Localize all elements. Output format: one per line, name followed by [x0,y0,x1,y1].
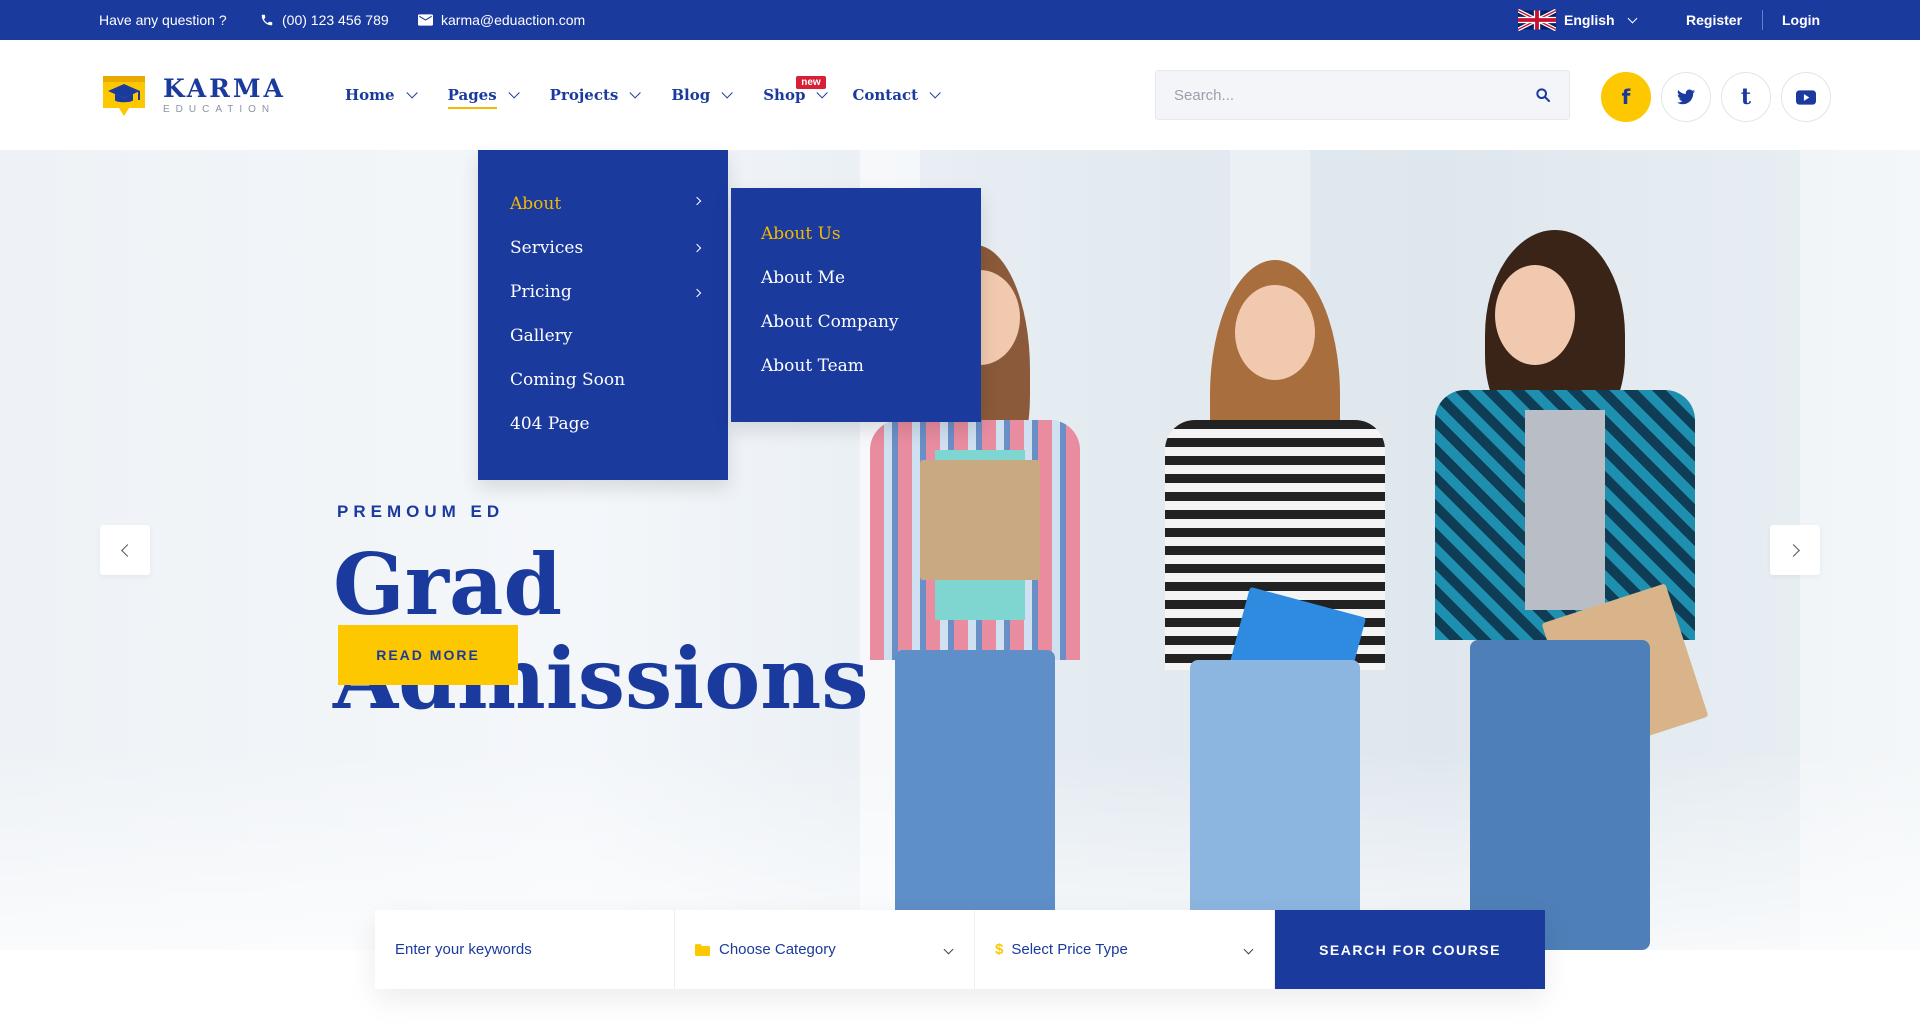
nav-item-pages[interactable]: Pages [447,75,520,115]
facebook-icon: f [1621,85,1631,109]
menu-item-about-company[interactable]: About Company [761,312,899,332]
menu-item-label: Coming Soon [510,370,626,390]
menu-item-services[interactable]: Services [510,238,583,258]
menu-item-label: About Us [761,224,841,244]
price-type-value: Select Price Type [1011,941,1128,958]
price-type-select[interactable]: $ Select Price Type [975,910,1275,989]
chevron-down-icon [721,87,733,99]
question-label: Have any question ? [99,12,227,28]
menu-item-about[interactable]: About [510,194,561,214]
chevron-down-icon [816,87,829,99]
nav-item-blog[interactable]: Blog [671,75,733,115]
chevron-down-icon [1243,944,1254,955]
search-icon[interactable] [1535,87,1551,103]
login-label: Login [1782,12,1821,28]
tumblr-button[interactable]: t [1721,72,1771,122]
chevron-left-icon [120,543,134,557]
phone-contact[interactable]: (00) 123 456 789 [260,0,389,40]
chevron-down-icon [629,87,642,99]
logo-name: KARMA [163,73,286,103]
language-label: English [1564,12,1615,28]
about-submenu: About Us About Me About Company About Te… [731,188,981,422]
chevron-down-icon [943,944,954,955]
nav-label: Projects [549,86,619,104]
menu-item-label: About Company [761,312,899,332]
tumblr-icon: t [1740,84,1752,110]
chevron-right-icon [1786,543,1800,557]
menu-item-label: Gallery [510,326,573,346]
chevron-right-icon [692,196,702,206]
course-search-bar: Choose Category $ Select Price Type SEAR… [375,910,1545,989]
youtube-button[interactable] [1781,72,1831,122]
chevron-right-icon [692,243,702,253]
question-text: Have any question ? [99,0,227,40]
logo[interactable]: KARMA EDUCATION [99,70,286,120]
youtube-icon [1796,89,1816,105]
nav-item-contact[interactable]: Contact [852,75,941,115]
slider-prev-button[interactable] [100,525,150,575]
main-nav: Home Pages Projects Blog Shop new Contac… [345,40,971,150]
nav-label: Pages [447,86,497,109]
register-label: Register [1686,12,1743,28]
menu-item-about-us[interactable]: About Us [761,224,841,244]
uk-flag-icon [1518,9,1556,31]
slider-next-button[interactable] [1770,525,1820,575]
hero-title-line-1: Grad [333,535,563,634]
nav-label: Contact [852,86,919,104]
category-select[interactable]: Choose Category [675,910,975,989]
site-header: KARMA EDUCATION Home Pages Projects Blog… [0,40,1920,150]
nav-label: Home [345,86,395,104]
menu-item-label: Pricing [510,282,572,302]
nav-item-projects[interactable]: Projects [549,75,642,115]
hero-eyebrow: PREMOUM ED [337,502,505,521]
pages-dropdown-menu: About Services Pricing Gallery Coming So… [478,150,728,480]
chevron-right-icon [692,288,702,298]
menu-item-gallery[interactable]: Gallery [510,326,572,346]
facebook-button[interactable]: f [1601,72,1651,122]
search-box [1155,70,1570,120]
language-selector[interactable]: English [1518,0,1638,40]
topbar-divider [1762,10,1763,30]
menu-item-about-team[interactable]: About Team [761,356,864,376]
logo-subtitle: EDUCATION [163,103,276,115]
chevron-down-icon [406,87,418,99]
login-link[interactable]: Login [1782,0,1820,40]
folder-icon [695,943,710,956]
nav-label: Blog [671,86,711,104]
menu-item-coming-soon[interactable]: Coming Soon [510,370,625,390]
category-value: Choose Category [719,941,836,958]
keywords-field [375,910,675,989]
keywords-input[interactable] [395,941,655,958]
top-bar: Have any question ? (00) 123 456 789 kar… [0,0,1920,40]
menu-item-label: Services [510,238,584,258]
menu-item-about-me[interactable]: About Me [761,268,845,288]
chevron-down-icon [929,87,941,99]
search-input[interactable] [1156,71,1516,119]
menu-item-pricing[interactable]: Pricing [510,282,572,302]
mail-icon [418,14,433,26]
menu-item-label: About Team [761,356,864,376]
email-address: karma@eduaction.com [441,12,586,28]
student-image [1430,220,1710,950]
menu-item-404-page[interactable]: 404 Page [510,414,590,434]
nav-item-home[interactable]: Home [345,75,418,115]
menu-item-label: About Me [761,268,846,288]
read-more-button[interactable]: READ MORE [338,625,518,685]
register-link[interactable]: Register [1686,0,1742,40]
chevron-down-icon [1627,13,1638,23]
search-for-course-button[interactable]: SEARCH FOR COURSE [1275,910,1545,989]
twitter-button[interactable] [1661,72,1711,122]
email-contact[interactable]: karma@eduaction.com [418,0,585,40]
nav-item-shop[interactable]: Shop new [763,75,829,115]
dollar-icon: $ [995,941,1004,958]
menu-item-label: 404 Page [510,414,590,434]
graduation-cap-logo-icon [103,76,145,116]
chevron-down-icon [508,87,520,99]
menu-item-label: About [510,194,562,214]
phone-icon [261,14,273,26]
student-image [1150,250,1410,950]
twitter-icon [1677,89,1695,105]
phone-number: (00) 123 456 789 [282,12,389,28]
